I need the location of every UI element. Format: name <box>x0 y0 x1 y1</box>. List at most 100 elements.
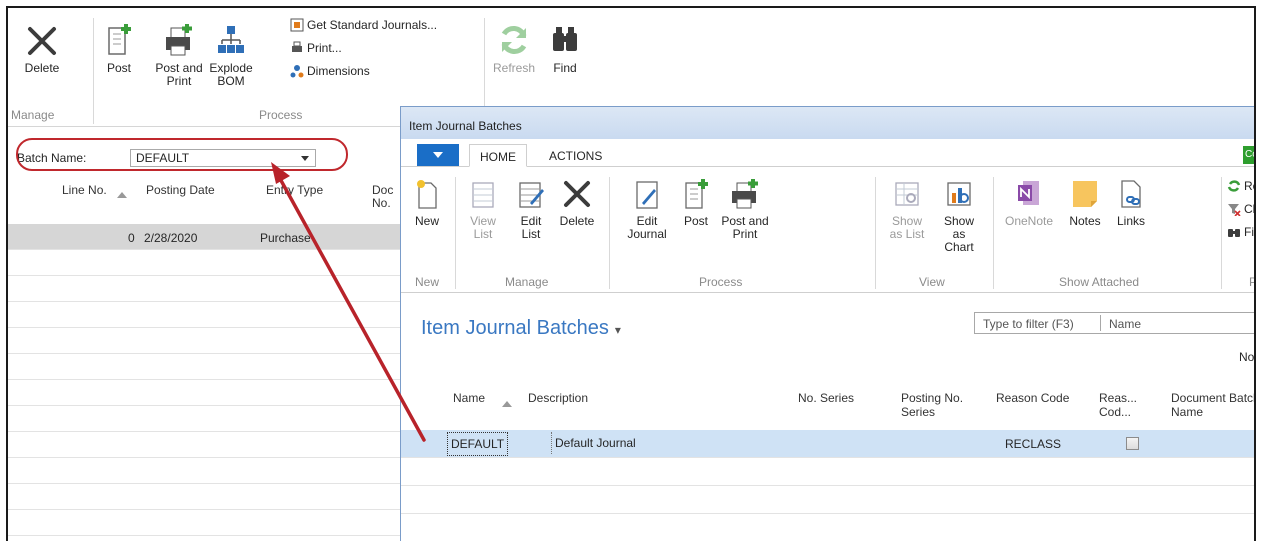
table-row[interactable] <box>401 458 1254 486</box>
printer-icon <box>732 179 758 209</box>
get-standard-journals-button[interactable]: Get Standard Journals... <box>290 18 437 32</box>
show-as-list-button[interactable]: Show as List <box>889 177 925 241</box>
refresh-button[interactable]: Refresh <box>490 22 538 75</box>
edit-list-icon <box>519 182 544 208</box>
table-row[interactable]: 0 2/28/2020 Purchase <box>8 224 404 250</box>
group-label-process: Process <box>259 108 303 122</box>
file-menu-button[interactable] <box>417 144 459 166</box>
reason-code-checkbox[interactable] <box>1126 437 1139 450</box>
tab-actions[interactable]: ACTIONS <box>539 144 612 167</box>
clear-filter-icon <box>1228 204 1241 216</box>
table-row[interactable]: DEFAULT Default Journal RECLASS <box>401 430 1254 458</box>
refresh-small-button[interactable]: Re <box>1227 179 1254 193</box>
column-header-name[interactable]: Name <box>453 391 485 405</box>
description-cell[interactable]: Default Journal <box>551 432 639 454</box>
group-label-manage: Manage <box>11 108 55 122</box>
notes-button[interactable]: Notes <box>1065 177 1105 228</box>
dimensions-button[interactable]: Dimensions <box>290 64 370 78</box>
reason-code-cell[interactable]: RECLASS <box>1005 437 1061 451</box>
filter-divider <box>1100 315 1101 331</box>
column-header-no-series[interactable]: No. Series <box>798 391 854 405</box>
tab-home[interactable]: HOME <box>469 144 527 167</box>
table-row[interactable] <box>8 406 404 432</box>
delete-icon <box>28 27 56 55</box>
chart-view-icon <box>947 182 971 206</box>
view-list-icon <box>472 182 494 208</box>
print-button[interactable]: Print... <box>290 41 342 55</box>
table-row[interactable] <box>8 276 404 302</box>
find-small-button[interactable]: Fi <box>1227 225 1254 239</box>
table-row[interactable] <box>8 510 404 536</box>
column-header-document-batch-name[interactable]: Document Batch Name <box>1171 391 1254 419</box>
table-row[interactable] <box>8 302 404 328</box>
edit-list-button[interactable]: Edit List <box>513 177 549 241</box>
refresh-icon <box>1227 180 1241 192</box>
print-icon <box>292 41 302 52</box>
filter-box[interactable]: Type to filter (F3) Name <box>974 312 1254 334</box>
edit-journal-icon <box>636 181 658 209</box>
edit-journal-button[interactable]: Edit Journal <box>623 177 671 241</box>
links-button[interactable]: Links <box>1113 177 1149 228</box>
ribbon-divider <box>93 18 94 124</box>
table-row[interactable] <box>401 514 1254 541</box>
table-row[interactable] <box>8 458 404 484</box>
group-label-view: View <box>919 275 945 289</box>
refresh-icon <box>501 26 527 54</box>
column-header-description[interactable]: Description <box>528 391 588 405</box>
column-header-line-no[interactable]: Line No. <box>62 184 107 197</box>
explode-bom-icon <box>218 26 244 53</box>
dialog-post-button[interactable]: Post <box>681 177 711 228</box>
column-header-reason-code[interactable]: Reason Code <box>996 391 1069 405</box>
page-title[interactable]: Item Journal Batches ▾ <box>421 317 621 340</box>
new-button[interactable]: New <box>409 177 445 228</box>
view-list-button[interactable]: View List <box>465 177 501 241</box>
table-row[interactable] <box>8 328 404 354</box>
ribbon-tabs: HOME ACTIONS Co <box>401 139 1254 167</box>
table-row[interactable] <box>8 432 404 458</box>
post-and-print-button[interactable]: Post and Print <box>150 22 208 88</box>
dialog-post-and-print-button[interactable]: Post and Print <box>719 177 771 241</box>
corner-badge[interactable]: Co <box>1243 146 1254 164</box>
filter-field-select[interactable]: Name <box>1109 317 1141 331</box>
column-header-posting-date[interactable]: Posting Date <box>146 184 215 197</box>
table-row[interactable] <box>8 354 404 380</box>
ribbon-divider <box>455 177 456 289</box>
post-icon <box>108 24 131 55</box>
group-label-p: P <box>1249 275 1254 289</box>
item-journal-batches-dialog: Item Journal Batches HOME ACTIONS Co New… <box>400 106 1254 541</box>
list-view-icon <box>895 182 919 206</box>
table-row[interactable] <box>8 380 404 406</box>
name-cell[interactable]: DEFAULT <box>447 432 509 456</box>
search-input[interactable]: Type to filter (F3) <box>983 317 1074 331</box>
table-row[interactable] <box>8 484 404 510</box>
post-icon <box>685 179 708 209</box>
highlight-annotation <box>16 138 348 171</box>
find-button[interactable]: Find <box>548 22 582 75</box>
post-button[interactable]: Post <box>104 22 134 75</box>
column-header-reas-cod[interactable]: Reas... Cod... <box>1099 391 1139 419</box>
dimensions-icon <box>290 65 304 78</box>
app-window: Delete Post Post and Print Explode BOM G… <box>6 6 1256 541</box>
column-header-doc-no[interactable]: Doc No. <box>372 184 400 210</box>
table-row[interactable] <box>8 250 404 276</box>
chevron-down-icon: ▾ <box>614 323 621 337</box>
notes-icon <box>1073 181 1097 207</box>
column-header-posting-no-series[interactable]: Posting No. Series <box>901 391 967 419</box>
dialog-delete-button[interactable]: Delete <box>557 177 597 228</box>
binoculars-icon <box>1228 229 1240 237</box>
show-as-chart-button[interactable]: Show as Chart <box>937 177 981 254</box>
table-row[interactable] <box>401 486 1254 514</box>
column-header-entry-type[interactable]: Entry Type <box>266 184 323 197</box>
clear-filter-button[interactable]: Cl <box>1227 202 1254 216</box>
links-icon <box>1121 180 1141 208</box>
ribbon-divider <box>993 177 994 289</box>
explode-bom-button[interactable]: Explode BOM <box>206 22 256 88</box>
delete-button[interactable]: Delete <box>20 24 64 75</box>
onenote-button[interactable]: OneNote <box>1001 177 1057 228</box>
sort-ascending-icon <box>502 401 512 407</box>
binoculars-icon <box>553 27 577 51</box>
dialog-title: Item Journal Batches <box>401 107 1254 139</box>
dialog-content: Item Journal Batches ▾ Type to filter (F3… <box>401 293 1254 541</box>
group-label-process: Process <box>699 275 743 289</box>
group-label-manage: Manage <box>505 275 549 289</box>
